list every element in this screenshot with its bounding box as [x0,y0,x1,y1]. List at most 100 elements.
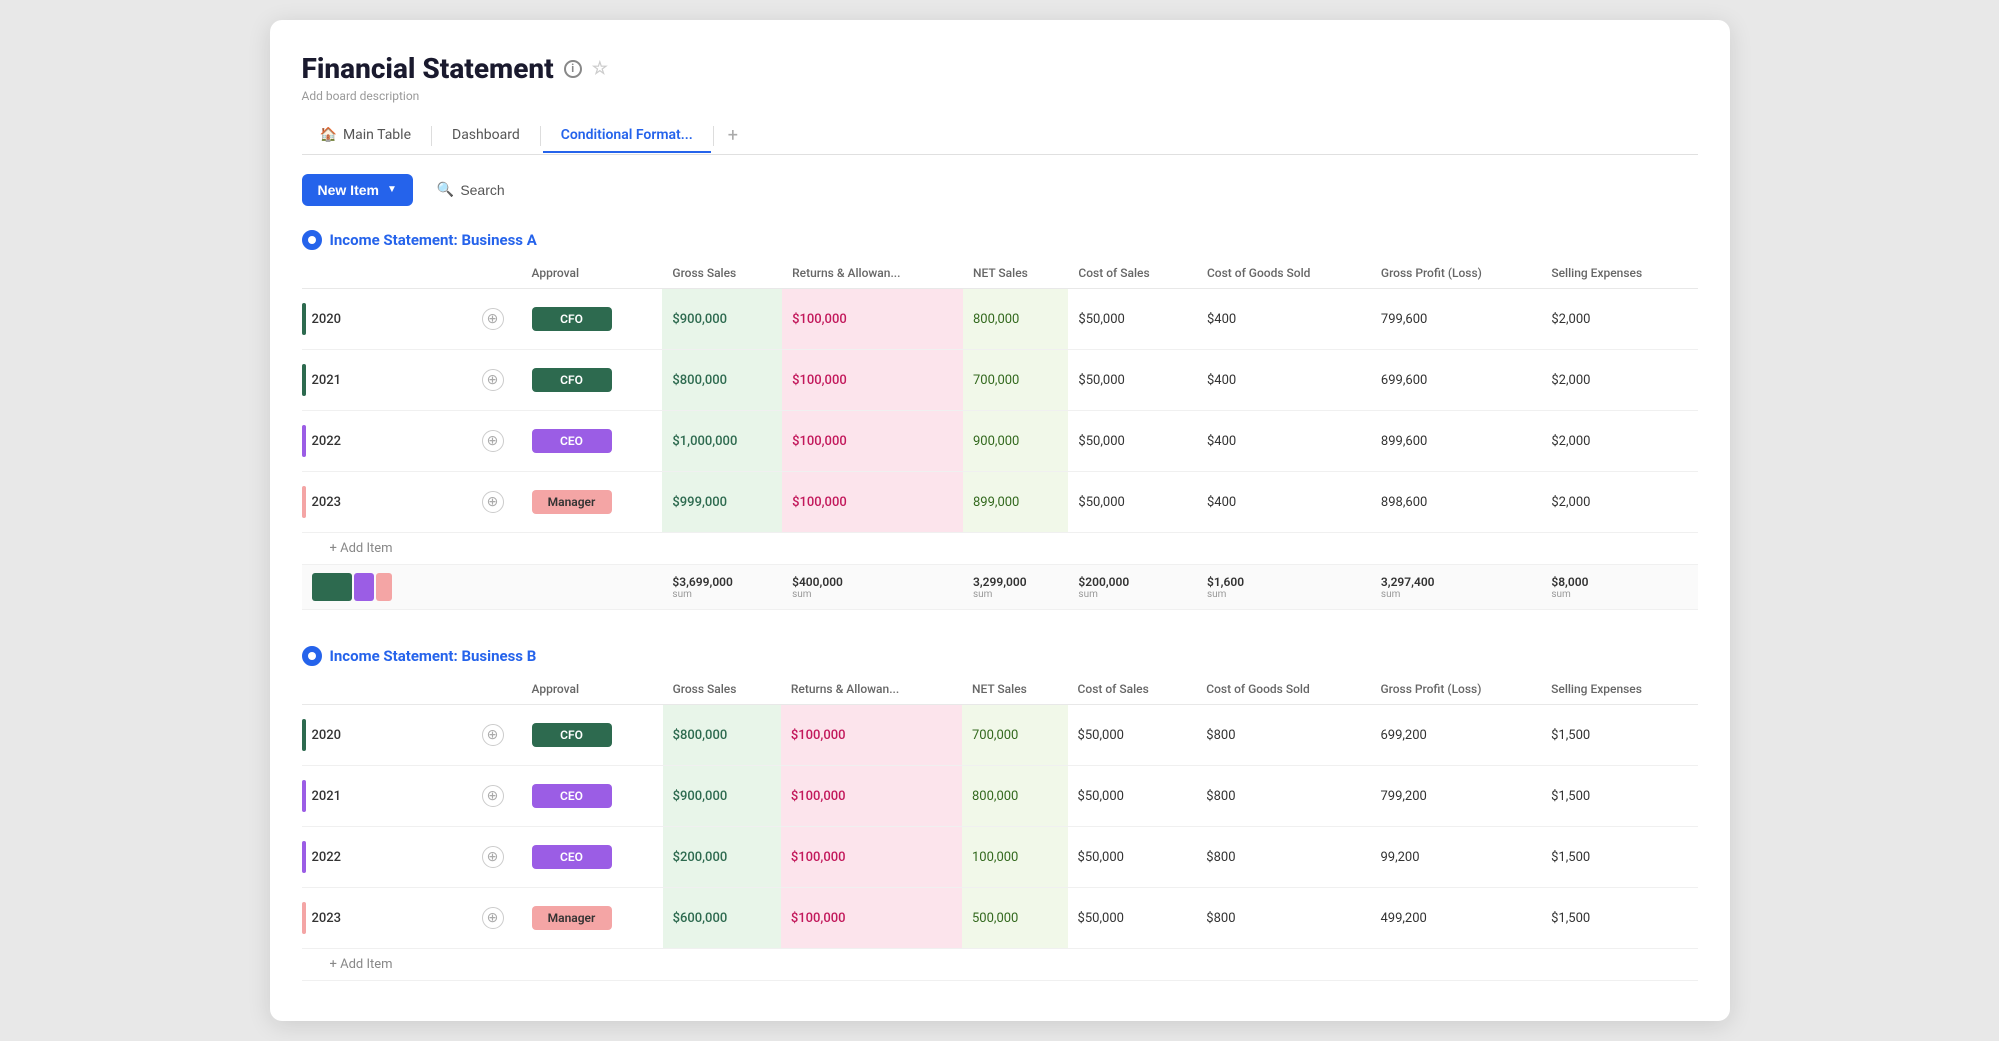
star-icon[interactable]: ☆ [592,58,608,79]
gross-profit-cell: 499,200 [1370,888,1541,949]
row-label-cell: 2020 ⊕ [302,705,522,766]
approval-cell[interactable]: CEO [522,411,663,472]
col-header-net-sales-b: NET Sales [962,674,1068,705]
approval-badge: CFO [532,307,612,331]
row-year: 2023 [312,495,476,510]
returns-cell: $100,000 [782,350,963,411]
section-title-a: Income Statement: Business A [330,231,537,249]
row-year: 2022 [312,434,476,449]
selling-exp-cell: $1,500 [1541,705,1697,766]
section-toggle-a[interactable] [302,230,322,250]
approval-cell[interactable]: CFO [522,705,663,766]
cost-sales-cell: $50,000 [1068,827,1197,888]
cost-sales-cell: $50,000 [1068,472,1197,533]
chevron-down-icon: ▼ [387,184,397,195]
row-add-icon[interactable]: ⊕ [482,846,504,868]
row-add-icon[interactable]: ⊕ [482,907,504,929]
table-row: 2022 ⊕ CEO $200,000 $100,000 100,000 $50… [302,827,1698,888]
row-year: 2022 [312,850,476,865]
net-sales-cell: 800,000 [962,766,1068,827]
row-add-icon[interactable]: ⊕ [482,369,504,391]
net-sales-cell: 100,000 [962,827,1068,888]
tab-dashboard[interactable]: Dashboard [434,119,538,153]
new-item-button[interactable]: New Item ▼ [302,174,413,206]
board-description[interactable]: Add board description [302,89,1698,103]
gross-sales-cell: $800,000 [663,705,781,766]
summary-approval [522,565,663,610]
col-header-gross-profit-a: Gross Profit (Loss) [1371,258,1541,289]
col-header-cogs-b: Cost of Goods Sold [1196,674,1370,705]
row-add-icon[interactable]: ⊕ [482,785,504,807]
summary-returns: $400,000sum [782,565,963,610]
tab-divider-1 [431,126,432,146]
search-icon: 🔍 [437,181,454,198]
approval-cell[interactable]: Manager [522,472,663,533]
toolbar: New Item ▼ 🔍 Search [302,173,1698,206]
net-sales-cell: 700,000 [963,350,1068,411]
row-label-cell: 2020 ⊕ [302,289,522,350]
returns-cell: $100,000 [781,766,962,827]
tab-conditional-format[interactable]: Conditional Format... [543,119,711,153]
cogs-cell: $400 [1197,350,1371,411]
table-business-b: Approval Gross Sales Returns & Allowan..… [302,674,1698,981]
col-header-approval-a: Approval [522,258,663,289]
summary-bar-cell [302,565,522,610]
net-sales-cell: 700,000 [962,705,1068,766]
search-button[interactable]: 🔍 Search [425,173,517,206]
section-header-b: Income Statement: Business B [302,646,1698,666]
summary-row: $3,699,000sum $400,000sum 3,299,000sum $… [302,565,1698,610]
add-item-row[interactable]: + Add Item [302,949,1698,981]
gross-profit-cell: 799,200 [1370,766,1541,827]
tab-bar: 🏠 Main Table Dashboard Conditional Forma… [302,117,1698,155]
cost-sales-cell: $50,000 [1068,289,1197,350]
tab-add-button[interactable]: + [716,117,750,154]
row-year: 2023 [312,911,476,926]
cogs-cell: $400 [1197,411,1371,472]
selling-exp-cell: $2,000 [1541,289,1697,350]
add-item-label[interactable]: + Add Item [302,533,1698,565]
table-row: 2021 ⊕ CEO $900,000 $100,000 800,000 $50… [302,766,1698,827]
summary-selling-exp: $8,000sum [1541,565,1697,610]
gross-sales-cell: $900,000 [662,289,782,350]
cost-sales-cell: $50,000 [1068,411,1197,472]
row-label-cell: 2021 ⊕ [302,350,522,411]
approval-cell[interactable]: CEO [522,827,663,888]
returns-cell: $100,000 [782,289,963,350]
col-header-cost-sales-a: Cost of Sales [1068,258,1197,289]
col-header-row-label-b [302,674,522,705]
table-row: 2020 ⊕ CFO $900,000 $100,000 800,000 $50… [302,289,1698,350]
gross-sales-cell: $600,000 [663,888,781,949]
tab-main-table[interactable]: 🏠 Main Table [302,119,430,153]
summary-cost-sales: $200,000sum [1068,565,1197,610]
returns-cell: $100,000 [782,472,963,533]
section-toggle-b[interactable] [302,646,322,666]
col-header-cogs-a: Cost of Goods Sold [1197,258,1371,289]
row-add-icon[interactable]: ⊕ [482,724,504,746]
cost-sales-cell: $50,000 [1068,350,1197,411]
table-row: 2020 ⊕ CFO $800,000 $100,000 700,000 $50… [302,705,1698,766]
gross-sales-cell: $800,000 [662,350,782,411]
row-add-icon[interactable]: ⊕ [482,308,504,330]
info-icon[interactable]: i [564,60,582,78]
row-add-icon[interactable]: ⊕ [482,491,504,513]
selling-exp-cell: $2,000 [1541,472,1697,533]
row-add-icon[interactable]: ⊕ [482,430,504,452]
gross-profit-cell: 899,600 [1371,411,1541,472]
cogs-cell: $400 [1197,289,1371,350]
returns-cell: $100,000 [781,705,962,766]
gross-profit-cell: 99,200 [1370,827,1541,888]
add-item-label[interactable]: + Add Item [302,949,1698,981]
approval-cell[interactable]: CEO [522,766,663,827]
cogs-cell: $800 [1196,888,1370,949]
net-sales-cell: 800,000 [963,289,1068,350]
row-label-cell: 2021 ⊕ [302,766,522,827]
approval-cell[interactable]: CFO [522,350,663,411]
section-header-a: Income Statement: Business A [302,230,1698,250]
table-header-b: Approval Gross Sales Returns & Allowan..… [302,674,1698,705]
cogs-cell: $400 [1197,472,1371,533]
approval-cell[interactable]: CFO [522,289,663,350]
section-gap-1 [302,618,1698,638]
add-item-row[interactable]: + Add Item [302,533,1698,565]
approval-cell[interactable]: Manager [522,888,663,949]
col-header-gross-profit-b: Gross Profit (Loss) [1370,674,1541,705]
